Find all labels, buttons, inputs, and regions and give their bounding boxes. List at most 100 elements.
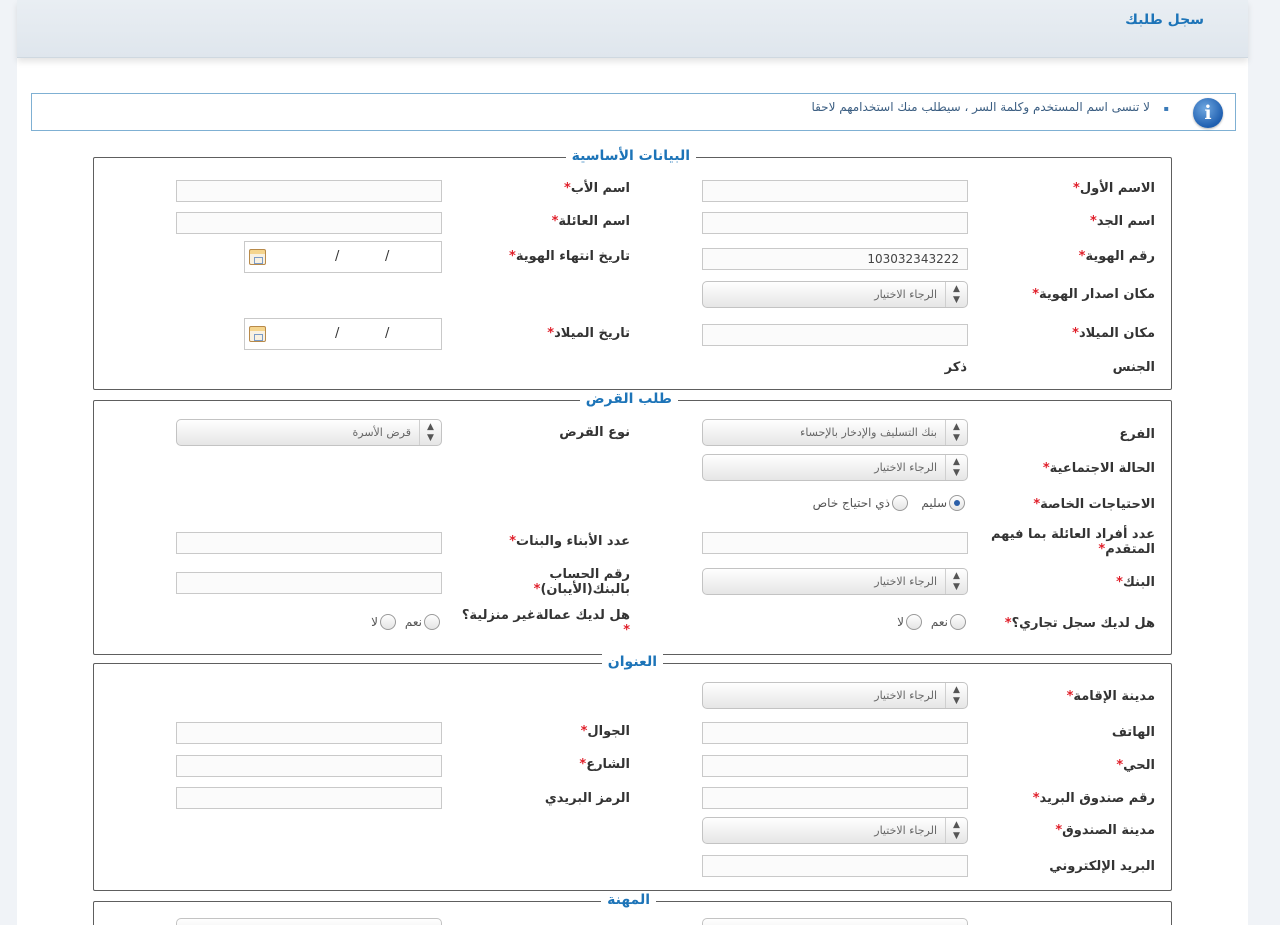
select-value: الرجاء الاختيار [874,689,937,702]
select-arrows-icon: ▲ ▼ [419,420,441,445]
marital-status-select[interactable]: الرجاء الاختيار ▲ ▼ [702,454,968,481]
birth-place-label: مكان الميلاد* [1072,326,1155,341]
commercial-no-label: لا [897,615,904,629]
loan-request-legend: طلب القرض [579,391,678,407]
id-issue-place-select[interactable]: الرجاء الاختيار ▲ ▼ [702,281,968,308]
address-legend: العنوان [601,654,663,670]
id-number-input[interactable]: 103032343222 [702,248,968,270]
family-members-label: عدد أفراد العائلة بما فيهم المتقدم* [990,527,1155,557]
residence-city-select[interactable]: الرجاء الاختيار ▲ ▼ [702,682,968,709]
iban-label: رقم الحساب بالبنك(الأيبان)* [533,567,630,597]
loan-type-select[interactable]: قرض الأسرة ▲ ▼ [176,419,442,446]
select-value: الرجاء الاختيار [874,824,937,837]
calendar-icon[interactable] [249,249,266,265]
id-number-label: رقم الهوية* [1078,249,1155,264]
select-arrows-icon: ▲ ▼ [945,683,967,708]
healthy-radio[interactable] [949,495,965,511]
commercial-record-label: هل لديك سجل تجاري؟* [1004,616,1155,631]
children-count-input[interactable] [176,532,442,554]
children-count-label: عدد الأبناء والبنات* [509,534,630,549]
family-name-label: اسم العائلة* [551,214,630,229]
select-arrows-icon: ▲ ▼ [945,455,967,480]
bullet-icon: ▪ [1163,104,1169,113]
page-gutter [1248,0,1280,925]
id-expiry-label: تاريخ انتهاء الهوية* [509,249,630,264]
district-label: الحي* [1116,758,1155,773]
mobile-input[interactable] [176,722,442,744]
father-name-input[interactable] [176,180,442,202]
branch-select[interactable]: بنك التسليف والإدخار بالإحساء ▲ ▼ [702,419,968,446]
labor-yes-label: نعم [404,615,422,629]
healthy-radio-label: سليم [921,496,947,510]
notice-box: i ▪ لا تنسى اسم المستخدم وكلمة السر ، سي… [31,93,1236,131]
special-need-radio[interactable] [892,495,908,511]
select-value: بنك التسليف والإدخار بالإحساء [800,426,937,439]
marital-status-label: الحالة الاجتماعية* [1042,461,1155,476]
loan-type-label: نوع القرض [559,425,630,440]
id-expiry-date-field[interactable]: / / [244,241,442,273]
first-name-label: الاسم الأول* [1073,181,1155,196]
bank-select[interactable]: الرجاء الاختيار ▲ ▼ [702,568,968,595]
date-separator: / [385,249,390,264]
postal-code-input[interactable] [176,787,442,809]
special-needs-label: الاحتياجات الخاصة* [1033,497,1155,512]
calendar-icon[interactable] [249,326,266,342]
grandfather-name-input[interactable] [702,212,968,234]
page-title: سجل طلبك [1125,12,1204,28]
basic-data-legend: البيانات الأساسية [565,148,696,164]
iban-input[interactable] [176,572,442,594]
select-value: الرجاء الاختيار [874,575,937,588]
domestic-labor-label: هل لديك عمالةغير منزلية؟ * [461,608,630,638]
address-section: العنوان مدينة الإقامة* الرجاء الاختيار ▲… [93,654,1172,891]
select-value: قرض الأسرة [352,426,411,439]
street-input[interactable] [176,755,442,777]
father-name-label: اسم الأب* [564,181,630,196]
birth-place-input[interactable] [702,324,968,346]
postal-code-label: الرمز البريدي [544,791,630,806]
job-select-2[interactable] [176,918,442,925]
info-icon: i [1193,98,1223,128]
commercial-no-radio[interactable] [906,614,922,630]
birth-date-field[interactable]: / / [244,318,442,350]
birth-date-label: تاريخ الميلاد* [547,326,630,341]
date-separator: / [335,326,340,341]
loan-request-section: طلب القرض الفرع بنك التسليف والإدخار بال… [93,391,1172,655]
grandfather-name-label: اسم الجد* [1090,214,1155,229]
select-arrows-icon: ▲ ▼ [945,569,967,594]
job-section: المهنة [93,892,1172,925]
select-value: الرجاء الاختيار [874,288,937,301]
labor-no-label: لا [371,615,378,629]
family-name-input[interactable] [176,212,442,234]
box-city-label: مدينة الصندوق* [1055,823,1155,838]
email-input[interactable] [702,855,968,877]
date-separator: / [385,326,390,341]
po-box-input[interactable] [702,787,968,809]
bank-label: البنك* [1116,575,1155,590]
phone-input[interactable] [702,722,968,744]
select-arrows-icon: ▲ ▼ [945,818,967,843]
select-arrows-icon: ▲ ▼ [945,420,967,445]
commercial-yes-label: نعم [930,615,948,629]
date-separator: / [335,249,340,264]
district-input[interactable] [702,755,968,777]
phone-label: الهاتف [1111,725,1155,740]
id-issue-place-label: مكان اصدار الهوية* [1032,287,1155,302]
branch-label: الفرع [1119,427,1155,442]
page-header: سجل طلبك [17,0,1248,58]
box-city-select[interactable]: الرجاء الاختيار ▲ ▼ [702,817,968,844]
mobile-label: الجوال* [580,724,630,739]
job-select[interactable] [702,918,968,925]
basic-data-section: البيانات الأساسية الاسم الأول* اسم الأب*… [93,148,1172,390]
first-name-input[interactable] [702,180,968,202]
select-arrows-icon: ▲ ▼ [945,282,967,307]
job-legend: المهنة [601,892,656,908]
notice-text: لا تنسى اسم المستخدم وكلمة السر ، سيطلب … [811,100,1150,114]
gender-value: ذكر [944,360,967,375]
labor-yes-radio[interactable] [424,614,440,630]
labor-no-radio[interactable] [380,614,396,630]
family-members-input[interactable] [702,532,968,554]
street-label: الشارع* [579,757,630,772]
select-value: الرجاء الاختيار [874,461,937,474]
commercial-yes-radio[interactable] [950,614,966,630]
residence-city-label: مدينة الإقامة* [1066,689,1155,704]
